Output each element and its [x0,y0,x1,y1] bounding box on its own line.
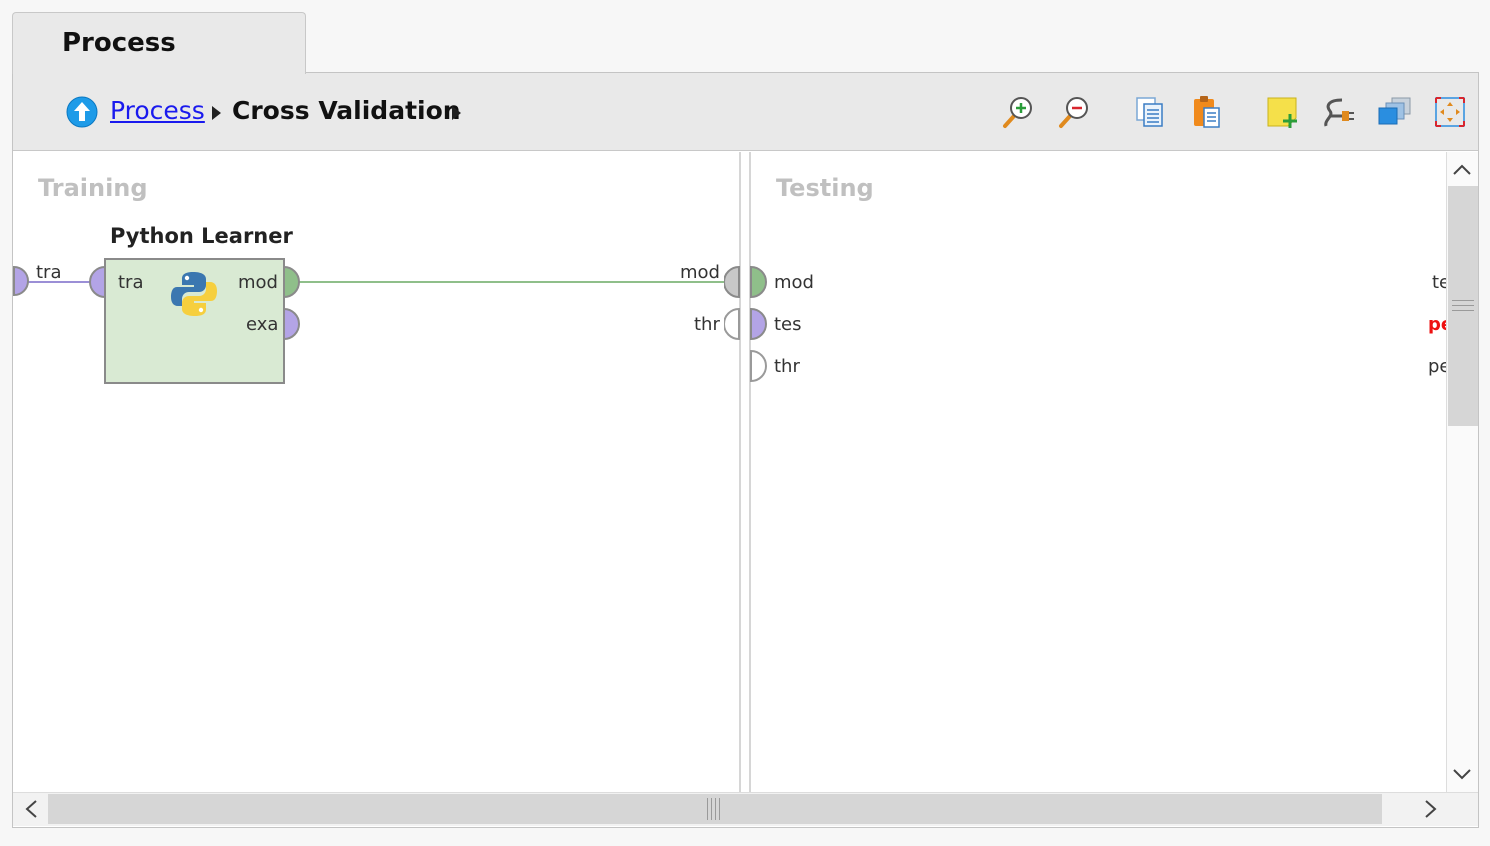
operator-output-port-label-mod: mod [238,272,278,293]
testing-output-port-label-te: te [1432,272,1446,293]
operator-output-port-label-exa: exa [246,314,279,335]
zoom-in-icon[interactable] [1000,94,1036,130]
training-output-port-label-thr: thr [694,314,720,335]
grip-icon [715,798,716,820]
subprocess-divider[interactable] [749,152,751,792]
connection-model-output[interactable] [298,281,728,283]
python-logo-icon [168,268,220,320]
training-output-port-thr[interactable] [723,307,740,341]
testing-input-port-mod[interactable] [750,265,768,299]
grip-icon [1452,310,1474,311]
operator-output-port-mod[interactable] [283,265,301,299]
grip-icon [707,798,708,820]
up-arrow-icon[interactable] [66,96,98,128]
breadcrumb-process-link[interactable]: Process [110,96,205,125]
testing-input-port-label-tes: tes [774,314,802,335]
testing-input-port-thr[interactable] [750,349,768,383]
operator-title: Python Learner [110,224,293,248]
breadcrumb-current: Cross Validation [232,96,461,125]
operator-output-port-exa[interactable] [283,307,301,341]
scroll-right-icon[interactable] [1418,797,1442,821]
copy-icon[interactable] [1134,94,1170,130]
training-input-port-label: tra [36,262,62,283]
training-title: Training [38,174,148,202]
training-input-port[interactable] [2,265,30,297]
zoom-out-icon[interactable] [1056,94,1092,130]
auto-wire-icon[interactable] [1320,94,1356,130]
operator-input-port-tra[interactable] [88,265,106,299]
testing-output-port-label-pe: pe [1428,356,1446,377]
chevron-right-icon [212,106,221,120]
fit-view-icon[interactable] [1432,94,1468,130]
testing-output-port-label-pe-error: pe [1428,314,1446,335]
process-tab-label: Process [62,28,176,58]
scroll-left-icon[interactable] [20,797,44,821]
testing-input-port-label-mod: mod [774,272,814,293]
paste-icon[interactable] [1190,94,1226,130]
vertical-scroll-thumb[interactable] [1448,186,1478,426]
grip-icon [1452,305,1474,306]
testing-input-port-tes[interactable] [750,307,768,341]
grip-icon [711,798,712,820]
testing-panel[interactable] [752,152,1446,792]
grip-icon [719,798,720,820]
add-note-icon[interactable] [1266,94,1302,130]
training-panel[interactable] [14,152,738,792]
training-output-port-label-mod: mod [680,262,720,283]
chevron-right-icon[interactable] [452,106,461,120]
testing-input-port-label-thr: thr [774,356,800,377]
scroll-down-icon[interactable] [1450,764,1474,784]
grip-icon [1452,300,1474,301]
testing-output-labels-clip: te pe pe [1420,262,1446,392]
arrange-operators-icon[interactable] [1376,94,1412,130]
subprocess-divider[interactable] [739,152,741,792]
scroll-up-icon[interactable] [1450,160,1474,180]
training-output-port-mod[interactable] [723,265,740,299]
operator-input-port-label: tra [118,272,144,293]
testing-title: Testing [776,174,874,202]
